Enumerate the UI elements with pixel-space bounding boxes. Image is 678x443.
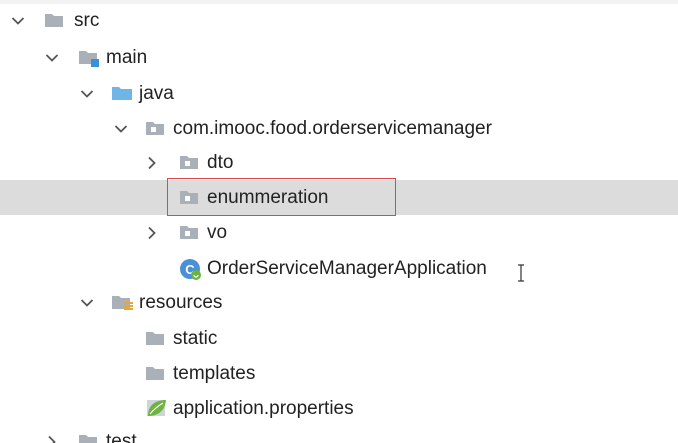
chevron-down-icon[interactable]: [110, 111, 132, 146]
tree-item-application-properties[interactable]: application.properties: [0, 391, 678, 426]
tree-item-label: resources: [139, 292, 223, 313]
package-icon: [179, 223, 199, 241]
spring-properties-icon: [143, 396, 166, 416]
tree-item-label: test: [106, 431, 137, 443]
folder-icon: [44, 11, 64, 29]
tree-item-label: com.imooc.food.orderservicemanager: [173, 118, 492, 139]
chevron-right-icon[interactable]: [141, 215, 163, 250]
java-source-root-icon: [111, 84, 132, 102]
spring-boot-class-icon: C: [178, 257, 201, 280]
tree-item-main[interactable]: main: [0, 40, 678, 75]
highlight-box: [167, 178, 396, 216]
tree-item-label: dto: [207, 152, 234, 173]
tree-item-label: src: [74, 10, 100, 31]
tree-item-src[interactable]: src: [0, 3, 678, 38]
source-folder-icon: [78, 48, 99, 67]
tree-item-templates[interactable]: templates: [0, 356, 678, 391]
tree-item-package[interactable]: com.imooc.food.orderservicemanager: [0, 111, 678, 146]
chevron-down-icon[interactable]: [76, 285, 98, 320]
resources-folder-icon: [111, 293, 133, 311]
tree-item-label: main: [106, 47, 148, 68]
chevron-right-icon[interactable]: [41, 424, 63, 443]
tree-item-dto[interactable]: dto: [0, 145, 678, 180]
tree-item-test[interactable]: test: [0, 424, 678, 443]
tree-item-vo[interactable]: vo: [0, 215, 678, 250]
tree-item-label: static: [173, 328, 218, 349]
tree-item-label: java: [139, 83, 174, 104]
tree-item-resources[interactable]: resources: [0, 285, 678, 320]
folder-icon: [78, 432, 98, 443]
chevron-down-icon[interactable]: [7, 3, 29, 38]
tree-item-label: vo: [207, 222, 228, 243]
tree-item-label: templates: [173, 363, 256, 384]
folder-icon: [145, 329, 165, 347]
chevron-down-icon[interactable]: [41, 40, 63, 75]
text-cursor-icon: [516, 264, 526, 282]
folder-icon: [145, 364, 165, 382]
tree-item-application-class[interactable]: C OrderServiceManagerApplication: [0, 251, 678, 286]
tree-item-label: application.properties: [173, 398, 354, 419]
tree-item-static[interactable]: static: [0, 321, 678, 356]
package-icon: [179, 153, 199, 171]
chevron-down-icon[interactable]: [76, 76, 98, 111]
chevron-right-icon[interactable]: [141, 145, 163, 180]
tree-item-label: OrderServiceManagerApplication: [207, 258, 487, 279]
tree-item-java[interactable]: java: [0, 76, 678, 111]
project-tree: src main java com.imooc.food.orderservic…: [0, 0, 678, 443]
package-icon: [145, 119, 165, 137]
